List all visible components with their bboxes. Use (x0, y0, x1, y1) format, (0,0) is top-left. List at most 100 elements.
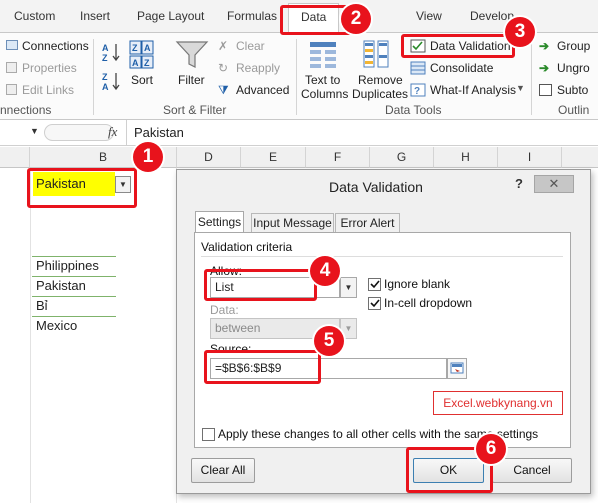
tab-insert[interactable]: Insert (80, 9, 110, 23)
remove-duplicates-label-line2[interactable]: Duplicates (352, 87, 408, 101)
remove-duplicates-icon[interactable] (362, 39, 392, 69)
allow-dropdown-arrow[interactable]: ▼ (340, 277, 357, 298)
group-divider (531, 39, 532, 115)
advanced-filter-icon: ⧩ (218, 83, 229, 97)
text-to-columns-icon[interactable] (308, 39, 338, 69)
svg-text:Z: Z (102, 72, 108, 82)
edit-links-button[interactable]: Edit Links (22, 83, 74, 97)
sort-button[interactable]: Sort (131, 73, 153, 87)
step-badge-2: 2 (341, 4, 371, 34)
highlight-allow (204, 269, 317, 301)
sort-descending-icon[interactable]: Z A (102, 71, 122, 91)
list-border (32, 256, 116, 257)
column-header-j[interactable] (562, 147, 598, 168)
reapply-button[interactable]: Reapply (236, 61, 280, 75)
svg-text:Z: Z (132, 43, 138, 53)
ignore-blank-label: Ignore blank (384, 277, 451, 291)
group-button[interactable]: Group (557, 39, 590, 53)
text-to-columns-label-line1[interactable]: Text to (305, 73, 340, 87)
highlight-data-validation (401, 34, 515, 58)
ignore-blank-checkbox[interactable] (368, 278, 381, 291)
apply-all-checkbox[interactable] (202, 428, 215, 441)
sort-ascending-icon[interactable]: A Z (102, 42, 122, 62)
connections-icon (6, 40, 18, 50)
edit-links-icon (6, 84, 17, 95)
tab-settings[interactable]: Settings (195, 211, 244, 233)
highlight-source (204, 350, 321, 384)
checkmark-icon (370, 299, 380, 308)
name-box-dropdown-icon[interactable]: ▼ (30, 126, 39, 136)
tab-custom[interactable]: Custom (14, 9, 55, 23)
fx-icon[interactable]: fx (108, 124, 117, 140)
list-item[interactable]: Bỉ (36, 298, 48, 313)
clear-filter-icon: ✗ (218, 39, 229, 53)
svg-text:A: A (144, 43, 151, 53)
column-header-f[interactable]: F (306, 147, 370, 168)
formula-controls (44, 124, 114, 141)
what-if-analysis-button[interactable]: What-If Analysis (430, 83, 516, 97)
ungroup-button[interactable]: Ungro (557, 61, 590, 75)
column-header-d[interactable]: D (177, 147, 241, 168)
column-header-e[interactable]: E (241, 147, 306, 168)
tab-developer[interactable]: Develop (470, 9, 514, 23)
formula-divider (126, 120, 127, 146)
list-item[interactable]: Pakistan (36, 278, 86, 293)
data-label: Data: (210, 303, 239, 317)
ungroup-icon: ➔ (539, 61, 550, 75)
step-badge-3: 3 (505, 17, 535, 47)
subtotal-icon (539, 84, 552, 96)
close-icon[interactable]: ✕ (534, 175, 574, 193)
subtotal-button[interactable]: Subto (557, 83, 588, 97)
data-tools-group-label: Data Tools (385, 103, 442, 117)
in-cell-dropdown-label: In-cell dropdown (384, 296, 473, 310)
column-header-h[interactable]: H (434, 147, 498, 168)
formula-bar: ▼ fx Pakistan (0, 120, 598, 146)
clear-filter-button[interactable]: Clear (236, 39, 265, 53)
formula-input[interactable]: Pakistan (134, 125, 184, 140)
clear-all-button[interactable]: Clear All (191, 458, 255, 483)
consolidate-icon (410, 61, 426, 75)
settings-panel (194, 232, 571, 448)
what-if-icon: ? (410, 83, 426, 97)
step-badge-6: 6 (476, 434, 506, 464)
filter-icon[interactable] (175, 40, 209, 70)
data-validation-dialog: Data Validation ? ✕ Settings Input Messa… (176, 169, 591, 494)
in-cell-dropdown-checkbox[interactable] (368, 297, 381, 310)
column-header-i[interactable]: I (498, 147, 562, 168)
list-border (32, 296, 116, 297)
list-border (32, 276, 116, 277)
criteria-divider (201, 256, 563, 257)
svg-text:A: A (132, 58, 139, 68)
advanced-filter-button[interactable]: Advanced (236, 83, 289, 97)
list-item[interactable]: Mexico (36, 318, 77, 333)
list-item[interactable]: Philippines (36, 258, 99, 273)
step-badge-1: 1 (133, 142, 163, 172)
tab-view[interactable]: View (416, 9, 442, 23)
tab-formulas[interactable]: Formulas (227, 9, 277, 23)
group-divider (296, 39, 297, 115)
remove-duplicates-label-line1[interactable]: Remove (358, 73, 403, 87)
column-header-g[interactable]: G (370, 147, 434, 168)
collapse-dialog-button[interactable] (447, 358, 467, 379)
grid-line (30, 168, 31, 503)
properties-button[interactable]: Properties (22, 61, 77, 75)
text-to-columns-label-line2[interactable]: Columns (301, 87, 348, 101)
step-badge-5: 5 (314, 326, 344, 356)
row-header-corner (0, 147, 30, 168)
outline-group-label: Outlin (558, 103, 590, 117)
watermark: Excel.webkynang.vn (433, 391, 563, 415)
help-button[interactable]: ? (515, 176, 523, 191)
filter-button[interactable]: Filter (178, 73, 205, 87)
tab-input-message[interactable]: Input Message (251, 213, 334, 232)
sort-icon[interactable]: Z A A Z (129, 40, 155, 70)
connections-button[interactable]: Connections (22, 39, 89, 53)
step-badge-4: 4 (310, 256, 340, 286)
connections-group-label: nnections (0, 103, 52, 117)
tab-page-layout[interactable]: Page Layout (137, 9, 204, 23)
properties-icon (6, 62, 17, 73)
validation-criteria-label: Validation criteria (201, 240, 293, 254)
cancel-button[interactable]: Cancel (492, 458, 572, 483)
consolidate-button[interactable]: Consolidate (430, 61, 493, 75)
group-icon: ➔ (539, 39, 550, 53)
tab-error-alert[interactable]: Error Alert (335, 213, 400, 232)
